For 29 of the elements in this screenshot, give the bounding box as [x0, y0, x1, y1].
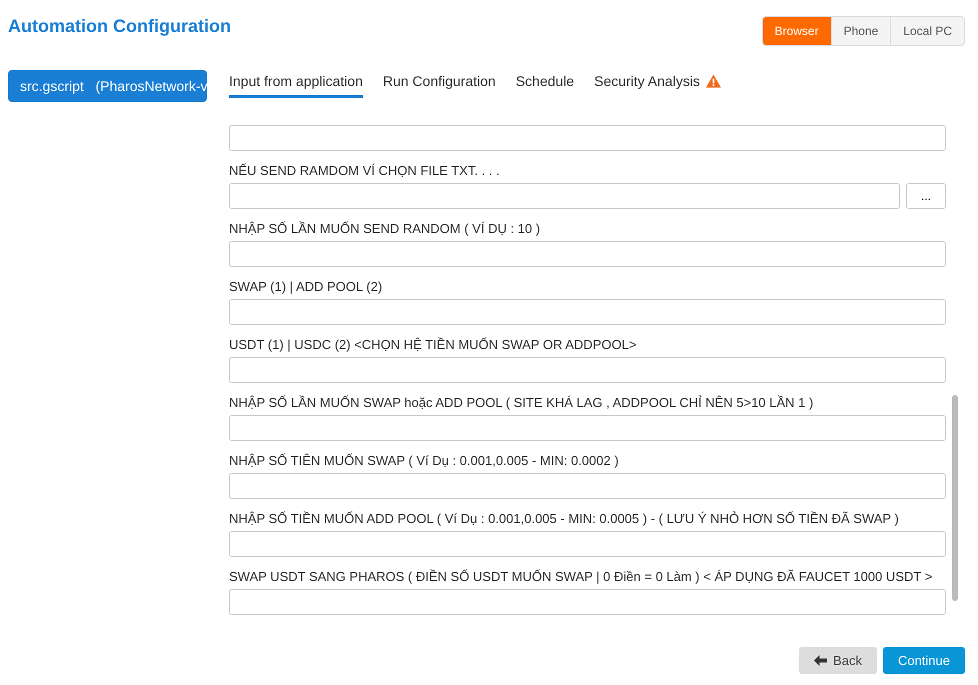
field-label: NHẬP SỐ LẦN MUỐN SWAP hoặc ADD POOL ( SITE KHÁ LAG , ADDPOOL CHỈ NÊN 5>10 LẦN 1 ) [229, 394, 814, 412]
field-label: SWAP USDT SANG PHAROS ( ĐIỀN SỐ USDT MUỐN SWAP | 0 Điền = 0 Làm ) < ÁP DỤNG ĐÃ FAUCET 1000 USDT > [229, 568, 934, 586]
page-title: Automation Configuration [8, 16, 231, 37]
input-field[interactable] [229, 415, 946, 441]
mode-button[interactable]: Local PC [890, 17, 964, 45]
tab[interactable]: Run Configuration [382, 70, 496, 98]
field-label: SWAP (1) | ADD POOL (2) [229, 278, 384, 296]
input-field[interactable] [229, 241, 946, 267]
arrow-left-icon [814, 655, 828, 666]
input-field[interactable] [229, 357, 946, 383]
field-label: USDT (1) | USDC (2) <CHỌN HỆ TIỀN MUỐN SWAP OR ADDPOOL> [229, 336, 638, 354]
field-label: NHẬP SỐ TIÊN MUỐN SWAP ( Ví Dụ : 0.001,0.005 - MIN: 0.0002 ) [229, 452, 620, 470]
input-field[interactable] [229, 531, 946, 557]
browse-button[interactable]: ... [906, 183, 946, 209]
mode-button[interactable]: Phone [830, 17, 890, 45]
input-field[interactable] [229, 473, 946, 499]
file-path-field[interactable] [229, 183, 900, 209]
tab[interactable]: Input from application [229, 70, 363, 98]
tab[interactable]: Schedule [516, 70, 574, 98]
field-label: NẾU SEND RAMDOM VÍ CHỌN FILE TXT. . . . [229, 162, 501, 180]
script-item[interactable]: src.gscript (PharosNetwork-v [8, 70, 207, 102]
input-field[interactable] [229, 589, 946, 615]
input-field[interactable] [229, 125, 946, 151]
field-label: NHẬP SỐ LẦN MUỐN SEND RANDOM ( VÍ DỤ : 10 ) [229, 220, 542, 238]
back-button[interactable]: Back [799, 647, 877, 674]
scrollbar[interactable] [952, 395, 958, 601]
field-label: NHẬP SỐ TIỀN MUỐN ADD POOL ( Ví Dụ : 0.001,0.005 - MIN: 0.0005 ) - ( LƯU Ý NHỎ HƠN SỐ TIỀN ĐÃ SWAP ) [229, 510, 900, 528]
input-field[interactable] [229, 299, 946, 325]
tab[interactable]: Security Analysis [594, 70, 721, 98]
